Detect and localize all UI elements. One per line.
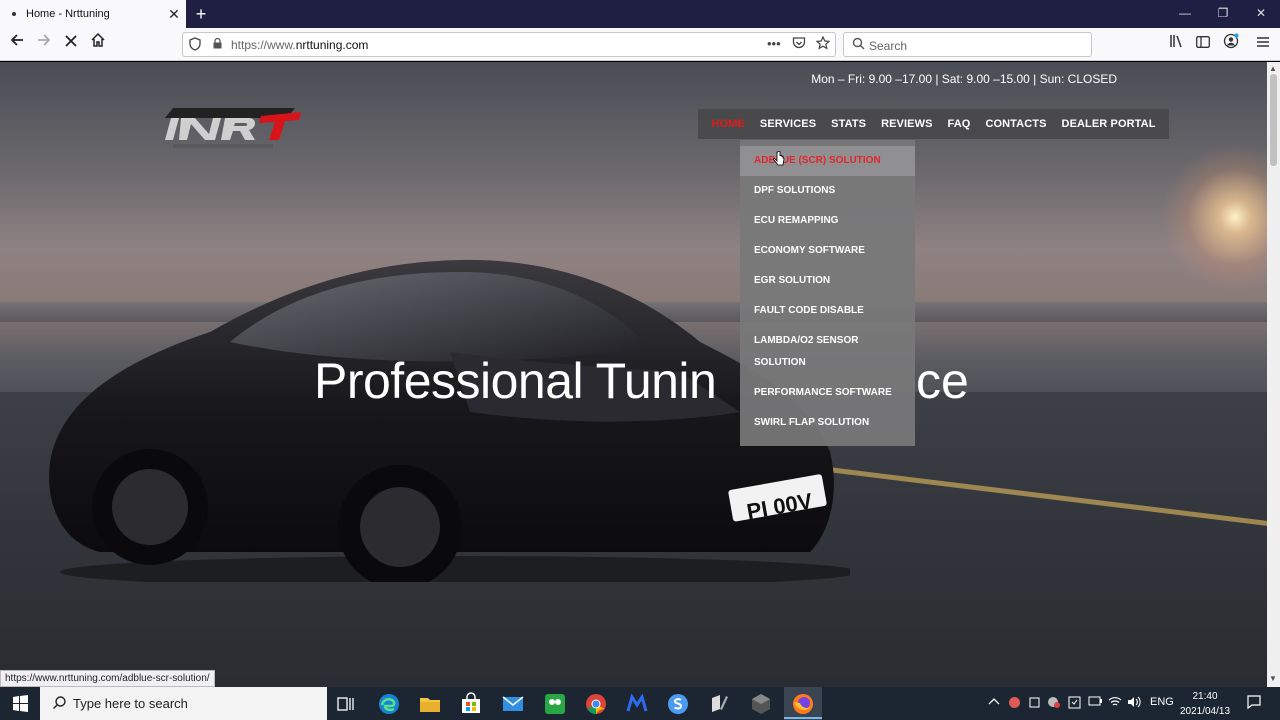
tracking-shield-icon[interactable] [189, 37, 201, 54]
search-bar[interactable]: Search [843, 32, 1092, 57]
menu-hamburger-icon[interactable] [1252, 33, 1274, 55]
dropdown-item-dpf[interactable]: DPF SOLUTIONS [740, 176, 915, 206]
dropdown-item-lambda[interactable]: LAMBDA/O2 SENSOR SOLUTION [740, 326, 915, 378]
dropdown-item-performance[interactable]: PERFORMANCE SOFTWARE [740, 378, 915, 408]
nrt-tuning-logo[interactable] [165, 104, 305, 154]
lock-icon[interactable] [213, 38, 222, 49]
tab-title: Home - Nrttuning [26, 8, 110, 20]
status-link-preview: https://www.nrttuning.com/adblue-scr-sol… [0, 670, 215, 687]
dropdown-item-economy-software[interactable]: ECONOMY SOFTWARE [740, 236, 915, 266]
taskbar-clock[interactable]: 21:40 2021/04/13 [1176, 689, 1234, 719]
new-tab-button[interactable]: + [190, 3, 212, 25]
nav-services[interactable]: SERVICES [752, 118, 823, 130]
taskbar-search-placeholder: Type here to search [73, 696, 188, 711]
clock-date: 2021/04/13 [1179, 706, 1231, 717]
app-icon-green[interactable] [543, 692, 567, 716]
clock-time: 21:40 [1192, 691, 1218, 702]
hand-cursor-icon [773, 151, 785, 166]
wifi-icon[interactable] [1108, 696, 1122, 711]
hero-heading: Professional Tunin [314, 353, 717, 409]
home-icon[interactable] [85, 32, 111, 56]
webpage: PI 00V Mon – Fri: 9.00 –17.00 | Sat: 9.0… [0, 62, 1267, 687]
active-tab[interactable]: Home - Nrttuning ✕ [0, 0, 186, 28]
firefox-active-indicator [784, 717, 822, 719]
nav-faq[interactable]: FAQ [940, 118, 978, 130]
malwarebytes-icon[interactable] [625, 692, 649, 716]
scrollbar-thumb[interactable] [1270, 74, 1277, 166]
browser-titlebar: Home - Nrttuning ✕ + — ❐ ✕ [0, 0, 1280, 28]
language-indicator[interactable]: ENG [1150, 696, 1174, 708]
minimize-button[interactable]: — [1166, 0, 1204, 28]
battery-icon[interactable] [1088, 696, 1102, 709]
skype-style-icon[interactable] [666, 692, 690, 716]
search-placeholder: Search [869, 39, 908, 53]
tab-loading-icon [12, 12, 16, 16]
account-icon[interactable] [1220, 33, 1242, 55]
firefox-icon[interactable] [791, 692, 815, 716]
sidebar-icon[interactable] [1192, 33, 1214, 55]
tray-update-icon[interactable] [1068, 696, 1081, 712]
editor-icon[interactable] [707, 692, 731, 716]
windows-start-icon[interactable] [0, 687, 40, 720]
tray-device-icon[interactable] [1028, 696, 1041, 712]
restore-button[interactable]: ❐ [1204, 0, 1242, 28]
library-icon[interactable] [1166, 33, 1188, 55]
search-icon [852, 37, 865, 50]
back-arrow-icon[interactable] [4, 32, 30, 56]
nav-contacts[interactable]: CONTACTS [978, 118, 1054, 130]
tray-security-icon[interactable] [1047, 696, 1061, 712]
page-actions-icon[interactable]: ••• [767, 36, 781, 51]
chrome-icon[interactable] [584, 692, 608, 716]
task-view-icon[interactable] [334, 692, 358, 716]
hero-car-image: PI 00V [49, 259, 850, 582]
windows-taskbar: Type here to search ENG 21:40 2021/04/13 [0, 687, 1280, 720]
hero-heading-end: ce [916, 353, 969, 409]
dropdown-item-swirl-flap[interactable]: SWIRL FLAP SOLUTION [740, 408, 915, 438]
browser-toolbar: https://www.nrttuning.com ••• Search [0, 28, 1280, 61]
dropdown-item-ecu-remapping[interactable]: ECU REMAPPING [740, 206, 915, 236]
tab-close-icon[interactable]: ✕ [162, 6, 186, 23]
show-hidden-icons[interactable] [988, 696, 1000, 709]
pocket-icon[interactable] [792, 36, 806, 53]
scroll-down-icon[interactable]: ▼ [1269, 674, 1277, 683]
dropdown-item-egr[interactable]: EGR SOLUTION [740, 266, 915, 296]
opening-hours: Mon – Fri: 9.00 –17.00 | Sat: 9.00 –15.0… [811, 72, 1117, 86]
scroll-up-icon[interactable]: ▲ [1269, 64, 1277, 73]
dropdown-item-fault-code[interactable]: FAULT CODE DISABLE [740, 296, 915, 326]
nav-stats[interactable]: STATS [824, 118, 874, 130]
mail-icon[interactable] [501, 692, 525, 716]
volume-icon[interactable] [1127, 696, 1141, 711]
url-text[interactable]: https://www.nrttuning.com [231, 38, 368, 52]
bookmark-star-icon[interactable] [815, 35, 831, 53]
main-nav: HOME SERVICES STATS REVIEWS FAQ CONTACTS… [698, 109, 1170, 139]
nav-dealer-portal[interactable]: DEALER PORTAL [1054, 118, 1163, 130]
forward-arrow-icon[interactable] [31, 32, 57, 56]
sunset-glow [1160, 142, 1267, 292]
file-explorer-icon[interactable] [418, 692, 442, 716]
close-window-button[interactable]: ✕ [1242, 0, 1280, 28]
notifications-icon[interactable] [1246, 694, 1262, 713]
search-icon [53, 696, 66, 709]
edge-icon[interactable] [377, 692, 401, 716]
app-icon-cube[interactable] [749, 692, 773, 716]
nav-reviews[interactable]: REVIEWS [874, 118, 940, 130]
address-bar[interactable]: https://www.nrttuning.com ••• [182, 32, 836, 57]
tray-app-icon[interactable] [1008, 696, 1021, 712]
taskbar-search[interactable]: Type here to search [40, 687, 327, 720]
dropdown-item-adblue[interactable]: ADBLUE (SCR) SOLUTION [740, 146, 915, 176]
services-dropdown: ADBLUE (SCR) SOLUTION DPF SOLUTIONS ECU … [740, 140, 915, 446]
nav-home[interactable]: HOME [704, 118, 752, 130]
store-icon[interactable] [459, 692, 483, 716]
page-scrollbar[interactable]: ▲ ▼ [1267, 62, 1280, 687]
stop-loading-icon[interactable] [58, 32, 84, 56]
